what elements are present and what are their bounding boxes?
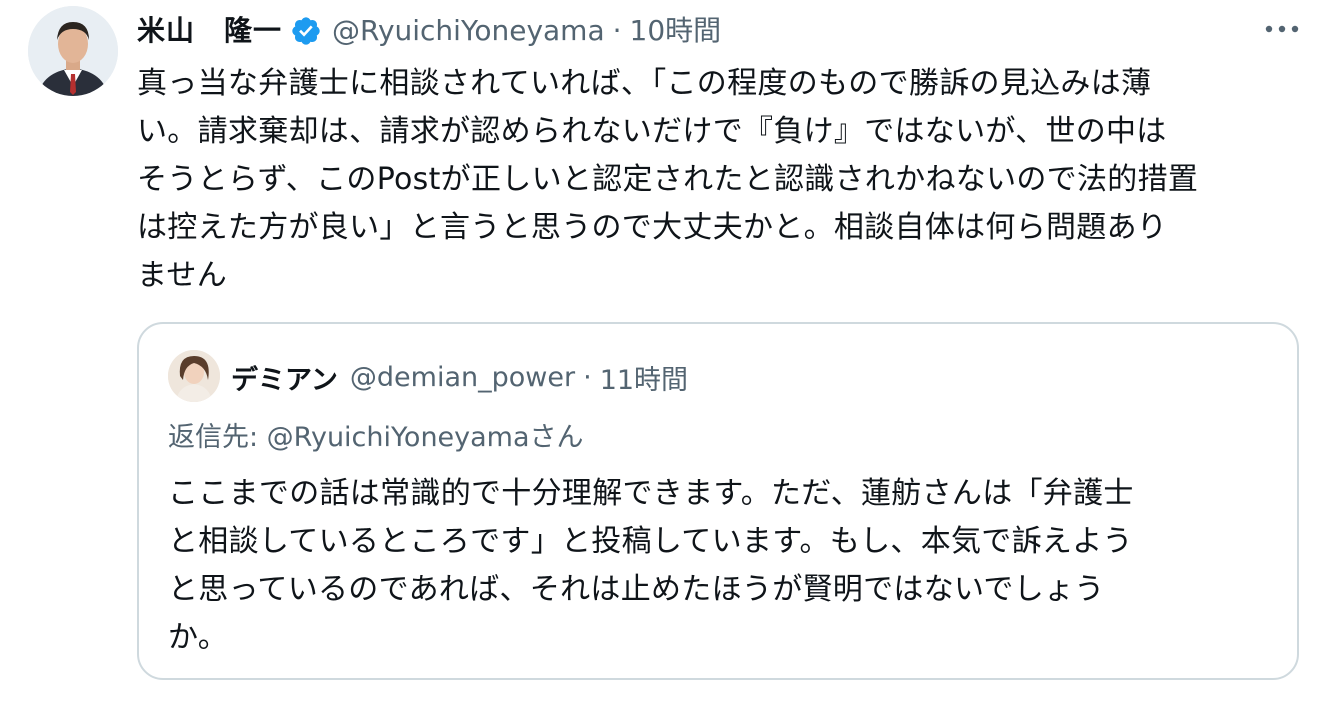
- quoted-avatar[interactable]: [168, 350, 220, 402]
- verified-badge-icon[interactable]: [290, 15, 322, 47]
- display-name[interactable]: 米山 隆一: [137, 8, 282, 54]
- quoted-tweet-text: ここまでの話は常識的で十分理解できます。ただ、蓮舫さんは「弁護士 と相談している…: [168, 476, 1134, 655]
- quoted-display-name[interactable]: デミアン: [231, 358, 338, 397]
- timestamp[interactable]: 10時間: [630, 8, 722, 54]
- tweet-text: 真っ当な弁護士に相談されていれば、「この程度のもので勝訴の見込みは薄 い。請求棄…: [137, 66, 1199, 293]
- more-horizontal-icon: [1265, 25, 1299, 33]
- avatar-portrait-icon: [28, 6, 118, 96]
- avatar-portrait-icon: [168, 350, 220, 402]
- quoted-tweet-header: デミアン @demian_power · 11時間: [231, 354, 688, 400]
- tweet-header: 米山 隆一 @RyuichiYoneyama · 10時間: [137, 8, 721, 54]
- separator-dot: ·: [583, 361, 592, 393]
- quoted-tweet-card[interactable]: デミアン @demian_power · 11時間 返信先: @RyuichiY…: [137, 322, 1299, 680]
- handle[interactable]: @RyuichiYoneyama: [332, 8, 605, 54]
- tweet: 米山 隆一 @RyuichiYoneyama · 10時間 真っ当な弁護士に相談…: [0, 0, 1319, 704]
- more-options-button[interactable]: [1262, 14, 1302, 44]
- reply-to-label: 返信先: @RyuichiYoneyamaさん: [168, 422, 584, 453]
- avatar[interactable]: [28, 6, 118, 96]
- quoted-timestamp[interactable]: 11時間: [600, 358, 688, 397]
- quoted-handle[interactable]: @demian_power: [350, 362, 575, 393]
- separator-dot: ·: [612, 14, 622, 47]
